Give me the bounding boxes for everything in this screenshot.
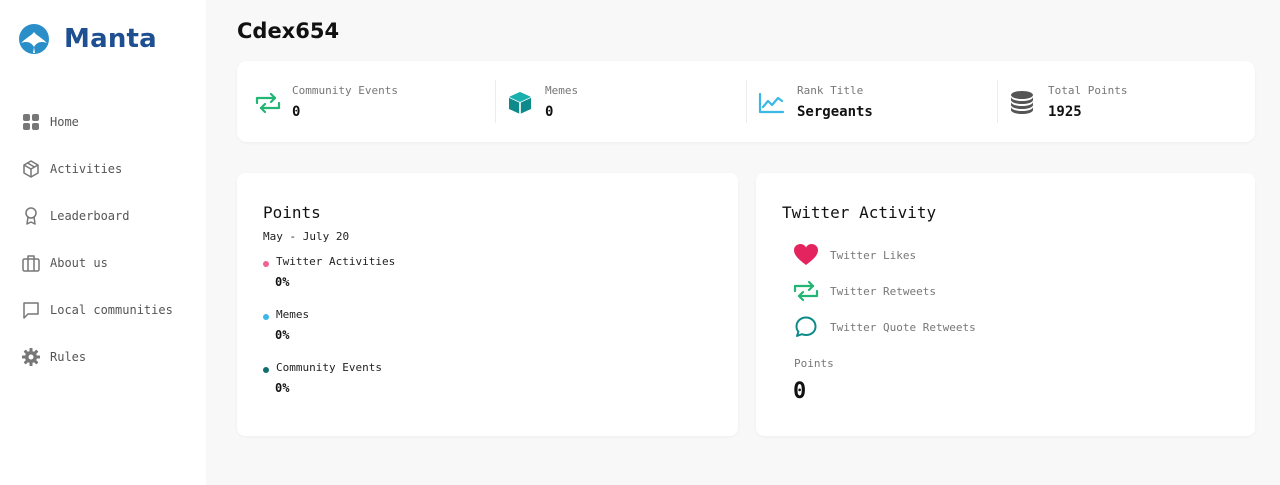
legend-label: Twitter Activities bbox=[276, 255, 396, 268]
stat-rank-title: Rank Title Sergeants bbox=[747, 61, 997, 142]
stat-memes: Memes 0 bbox=[496, 61, 746, 142]
twitter-activity-card: Twitter Activity Twitter Likes Twitter R… bbox=[756, 173, 1255, 436]
box-icon bbox=[21, 159, 41, 179]
twitter-likes-row: Twitter Likes bbox=[792, 241, 916, 269]
legend-label: Community Events bbox=[276, 361, 382, 374]
sidebar-item-label: Home bbox=[50, 114, 79, 129]
legend-value: 0% bbox=[275, 275, 290, 289]
logo[interactable]: Manta bbox=[18, 23, 157, 55]
twitter-retweets-row: Twitter Retweets bbox=[792, 277, 936, 305]
sidebar-nav: Home Activities Leaderboard About us Loc… bbox=[0, 98, 206, 380]
points-date-range: May - July 20 bbox=[263, 230, 350, 243]
stat-value: Sergeants bbox=[797, 104, 873, 120]
chat-bubble-icon bbox=[792, 313, 820, 341]
stat-label: Memes bbox=[545, 84, 579, 97]
app-name: Manta bbox=[64, 24, 157, 54]
twitter-item-label: Twitter Likes bbox=[830, 248, 917, 262]
legend-label: Memes bbox=[276, 308, 310, 321]
legend-value: 0% bbox=[275, 381, 290, 395]
twitter-item-label: Twitter Retweets bbox=[830, 284, 936, 298]
message-square-icon bbox=[21, 300, 41, 320]
legend-dot bbox=[263, 261, 269, 267]
twitter-quote-retweets-row: Twitter Quote Retweets bbox=[792, 313, 976, 341]
legend-value: 0% bbox=[275, 328, 290, 342]
twitter-points-label: Points bbox=[794, 357, 834, 370]
points-card: Points May - July 20 Twitter Activities … bbox=[237, 173, 738, 436]
retweet-icon bbox=[792, 277, 820, 305]
manta-logo-icon bbox=[19, 24, 49, 54]
legend-dot bbox=[263, 367, 269, 373]
sidebar-item-activities[interactable]: Activities bbox=[0, 145, 206, 192]
points-card-title: Points bbox=[263, 203, 321, 222]
sidebar-item-label: About us bbox=[50, 255, 108, 270]
stat-community-events: Community Events 0 bbox=[237, 61, 492, 142]
grid-icon bbox=[21, 112, 41, 132]
stat-label: Total Points bbox=[1048, 84, 1128, 97]
sidebar-item-rules[interactable]: Rules bbox=[0, 333, 206, 380]
gear-icon bbox=[21, 347, 41, 367]
coins-icon bbox=[1008, 89, 1036, 117]
twitter-card-title: Twitter Activity bbox=[782, 203, 937, 222]
sidebar: Manta Home Activities Leaderboard About … bbox=[0, 0, 206, 485]
award-icon bbox=[21, 206, 41, 226]
stat-label: Rank Title bbox=[797, 84, 864, 97]
sidebar-item-label: Leaderboard bbox=[50, 208, 130, 223]
sidebar-item-leaderboard[interactable]: Leaderboard bbox=[0, 192, 206, 239]
retweet-icon bbox=[254, 89, 282, 117]
twitter-points-value: 0 bbox=[793, 379, 807, 404]
sidebar-item-local-communities[interactable]: Local communities bbox=[0, 286, 206, 333]
stats-bar: Community Events 0 Memes 0 Rank Title Se… bbox=[237, 61, 1255, 142]
sidebar-item-about-us[interactable]: About us bbox=[0, 239, 206, 286]
heart-icon bbox=[792, 241, 820, 269]
sidebar-item-label: Rules bbox=[50, 349, 87, 364]
legend-dot bbox=[263, 314, 269, 320]
sidebar-item-label: Local communities bbox=[50, 302, 173, 317]
stat-value: 1925 bbox=[1048, 104, 1082, 120]
briefcase-icon bbox=[21, 253, 41, 273]
stat-label: Community Events bbox=[292, 84, 398, 97]
stat-total-points: Total Points 1925 bbox=[998, 61, 1255, 142]
cube-icon bbox=[506, 89, 534, 117]
stat-value: 0 bbox=[545, 104, 554, 120]
sidebar-item-home[interactable]: Home bbox=[0, 98, 206, 145]
stat-value: 0 bbox=[292, 104, 301, 120]
twitter-item-label: Twitter Quote Retweets bbox=[830, 320, 976, 334]
line-chart-icon bbox=[757, 89, 785, 117]
sidebar-item-label: Activities bbox=[50, 161, 123, 176]
page-title: Cdex654 bbox=[237, 19, 340, 43]
